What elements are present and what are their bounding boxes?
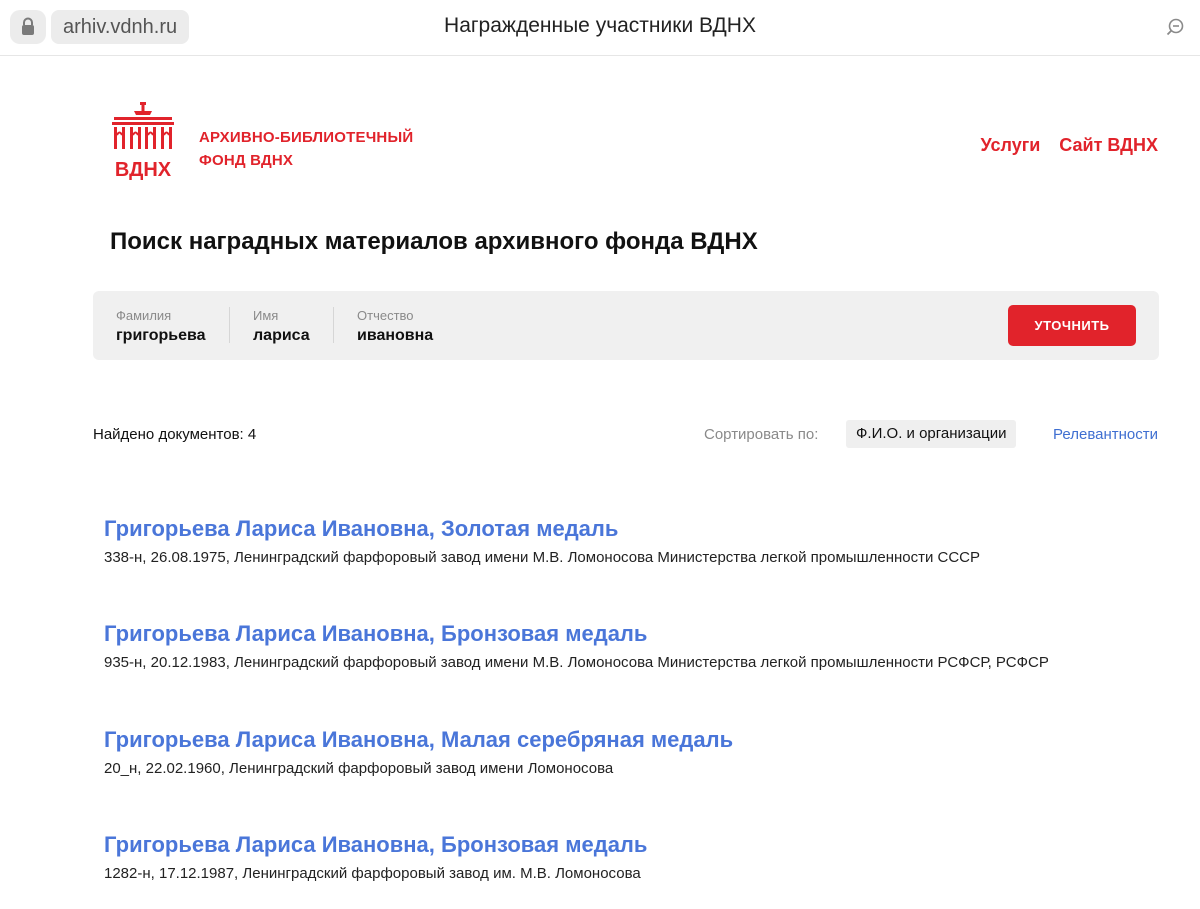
field-divider: [333, 307, 334, 343]
patronymic-value[interactable]: ивановна: [357, 327, 433, 345]
results-count: Найдено документов: 4: [93, 426, 257, 443]
sort-option-relevance[interactable]: Релевантности: [1053, 426, 1158, 443]
result-title-link[interactable]: Григорьева Лариса Ивановна, Малая серебр…: [104, 726, 733, 754]
result-item: Григорьева Лариса Ивановна, Бронзовая ме…: [104, 831, 647, 883]
result-description: 1282-н, 17.12.1987, Ленинградский фарфор…: [104, 865, 641, 882]
patronymic-label: Отчество: [357, 308, 414, 323]
vdnh-logo[interactable]: ВДНХ: [108, 100, 178, 181]
zoom-out-icon[interactable]: [1162, 14, 1188, 40]
brand-line-1: АРХИВНО-БИБЛИОТЕЧНЫЙ: [199, 129, 414, 146]
sort-option-name-org[interactable]: Ф.И.О. и организации: [846, 420, 1017, 448]
brand-name[interactable]: АРХИВНО-БИБЛИОТЕЧНЫЙ ФОНД ВДНХ: [199, 126, 413, 172]
result-item: Григорьева Лариса Ивановна, Золотая меда…: [104, 515, 980, 567]
search-panel: Фамилия григорьева Имя лариса Отчество и…: [93, 291, 1159, 360]
result-item: Григорьева Лариса Ивановна, Бронзовая ме…: [104, 620, 1049, 672]
surname-field[interactable]: Фамилия григорьева: [116, 308, 206, 345]
surname-label: Фамилия: [116, 308, 172, 323]
result-title-link[interactable]: Григорьева Лариса Ивановна, Бронзовая ме…: [104, 620, 1049, 648]
result-title-link[interactable]: Григорьева Лариса Ивановна, Бронзовая ме…: [104, 831, 647, 859]
result-description: 338-н, 26.08.1975, Ленинградский фарфоро…: [104, 549, 981, 566]
browser-toolbar: arhiv.vdnh.ru Награжденные участники ВДН…: [0, 0, 1200, 56]
surname-value[interactable]: григорьева: [116, 327, 206, 345]
nav-link-vdnh-site[interactable]: Сайт ВДНХ: [1059, 135, 1158, 156]
field-divider: [229, 307, 230, 343]
header-nav: Услуги Сайт ВДНХ: [980, 135, 1158, 156]
result-item: Григорьева Лариса Ивановна, Малая серебр…: [104, 726, 733, 778]
name-field[interactable]: Имя лариса: [253, 308, 310, 345]
name-label: Имя: [253, 308, 279, 323]
nav-link-services[interactable]: Услуги: [980, 135, 1040, 156]
svg-text:ВДНХ: ВДНХ: [115, 159, 172, 180]
page-tab-title: Награжденные участники ВДНХ: [444, 14, 756, 37]
result-description: 935-н, 20.12.1983, Ленинградский фарфоро…: [104, 654, 1049, 671]
name-value[interactable]: лариса: [253, 327, 310, 345]
brand-line-2: ФОНД ВДНХ: [199, 152, 294, 169]
patronymic-field[interactable]: Отчество ивановна: [357, 308, 433, 345]
refine-button[interactable]: УТОЧНИТЬ: [1008, 305, 1136, 346]
page-title: Поиск наградных материалов архивного фон…: [110, 228, 758, 255]
result-title-link[interactable]: Григорьева Лариса Ивановна, Золотая меда…: [104, 515, 980, 543]
sort-label: Сортировать по:: [704, 426, 819, 443]
result-description: 20_н, 22.02.1960, Ленинградский фарфоров…: [104, 760, 614, 777]
